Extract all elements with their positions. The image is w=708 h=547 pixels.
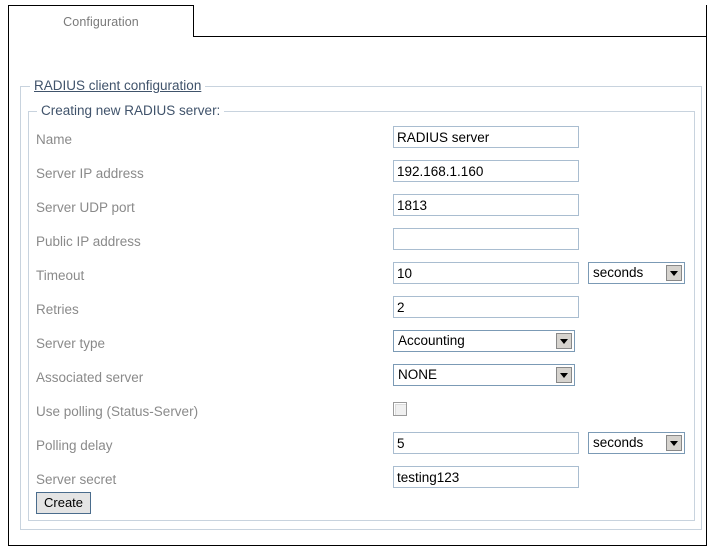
label-server-ip-address: Server IP address <box>36 166 144 181</box>
label-retries: Retries <box>36 302 79 317</box>
field-use-polling <box>393 398 407 416</box>
field-timeout: seconds <box>393 262 685 284</box>
chevron-down-icon[interactable] <box>666 265 682 281</box>
use-polling-checkbox[interactable] <box>393 402 407 416</box>
radius-client-configuration-legend: RADIUS client configuration <box>30 78 206 93</box>
server-ip-address-input[interactable] <box>393 160 579 182</box>
timeout-input[interactable] <box>393 262 579 284</box>
server-secret-input[interactable] <box>393 466 579 488</box>
form-row-timeout: Timeout seconds <box>36 262 696 296</box>
field-server-secret <box>393 466 579 488</box>
field-polling-delay: seconds <box>393 432 685 454</box>
creating-new-radius-server-legend: Creating new RADIUS server: <box>37 103 225 118</box>
public-ip-address-input[interactable] <box>393 228 579 250</box>
field-server-type: Accounting <box>393 330 575 352</box>
field-name <box>393 126 579 148</box>
timeout-unit-value: seconds <box>593 265 644 280</box>
form-row-public-ip-address: Public IP address <box>36 228 696 262</box>
label-public-ip-address: Public IP address <box>36 234 141 249</box>
name-input[interactable] <box>393 126 579 148</box>
form-row-name: Name <box>36 126 696 160</box>
form-row-associated-server: Associated server NONE <box>36 364 696 398</box>
label-server-udp-port: Server UDP port <box>36 200 135 215</box>
form-row-server-udp-port: Server UDP port <box>36 194 696 228</box>
chevron-down-icon[interactable] <box>556 367 572 383</box>
field-associated-server: NONE <box>393 364 575 386</box>
label-polling-delay: Polling delay <box>36 438 113 453</box>
polling-delay-unit-select[interactable]: seconds <box>588 432 685 454</box>
field-server-udp-port <box>393 194 579 216</box>
timeout-unit-select[interactable]: seconds <box>588 262 685 284</box>
form-row-use-polling: Use polling (Status-Server) <box>36 398 696 432</box>
server-type-value: Accounting <box>398 333 465 348</box>
form-row-server-type: Server type Accounting <box>36 330 696 364</box>
tab-configuration-label: Configuration <box>63 14 139 29</box>
polling-delay-unit-value: seconds <box>593 435 644 450</box>
form-row-server-secret: Server secret <box>36 466 696 500</box>
label-server-type: Server type <box>36 336 106 351</box>
create-button[interactable]: Create <box>36 492 92 514</box>
form-actions: Create <box>36 492 92 514</box>
label-name: Name <box>36 132 73 147</box>
polling-delay-input[interactable] <box>393 432 579 454</box>
form-row-server-ip-address: Server IP address <box>36 160 696 194</box>
label-timeout: Timeout <box>36 268 85 283</box>
field-public-ip-address <box>393 228 579 250</box>
field-server-ip-address <box>393 160 579 182</box>
tab-configuration[interactable]: Configuration <box>8 5 194 37</box>
server-type-select[interactable]: Accounting <box>393 330 575 352</box>
form-row-retries: Retries <box>36 296 696 330</box>
field-retries <box>393 296 579 318</box>
chevron-down-icon[interactable] <box>666 435 682 451</box>
retries-input[interactable] <box>393 296 579 318</box>
label-use-polling: Use polling (Status-Server) <box>36 404 199 419</box>
form-row-polling-delay: Polling delay seconds <box>36 432 696 466</box>
label-server-secret: Server secret <box>36 472 117 487</box>
radius-server-form: Name Server IP address Server UDP port P… <box>36 126 696 500</box>
label-associated-server: Associated server <box>36 370 144 385</box>
chevron-down-icon[interactable] <box>556 333 572 349</box>
associated-server-select[interactable]: NONE <box>393 364 575 386</box>
server-udp-port-input[interactable] <box>393 194 579 216</box>
tab-bar: Configuration <box>8 5 707 37</box>
associated-server-value: NONE <box>398 367 438 382</box>
checkbox-inner <box>395 404 406 415</box>
tab-strip-rule <box>193 36 707 37</box>
